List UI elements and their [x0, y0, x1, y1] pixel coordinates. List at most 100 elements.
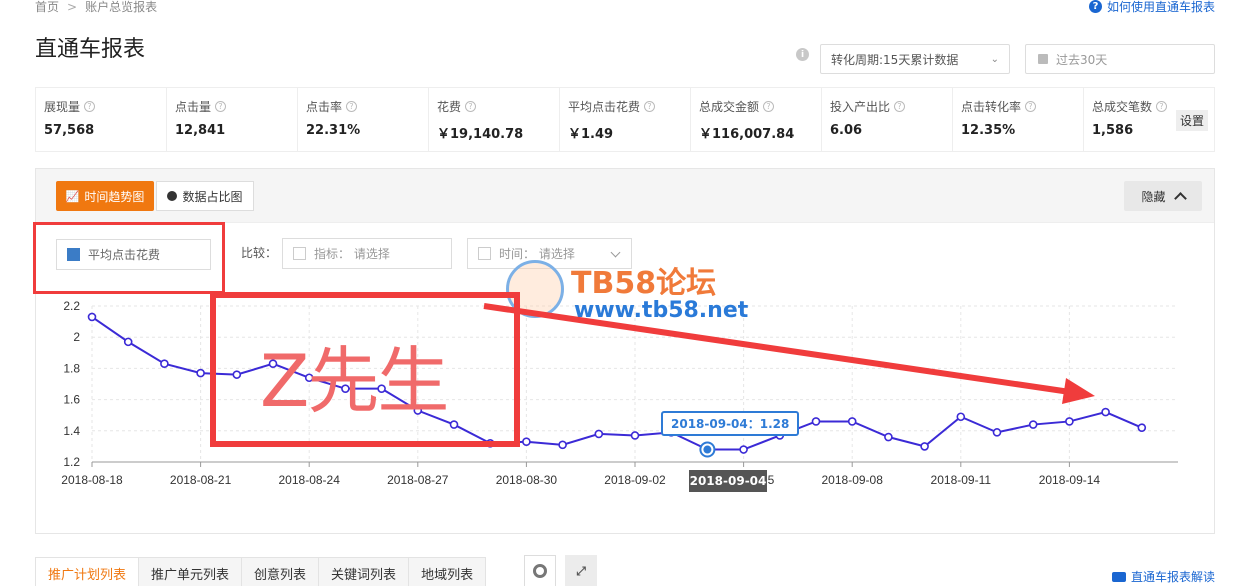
x-tick-label: 2018-09-08 [822, 473, 884, 487]
y-tick-label: 2 [73, 330, 80, 344]
tab-creative-list[interactable]: 创意列表 [241, 557, 320, 586]
metric-value: ￥1.49 [568, 127, 614, 142]
data-point [196, 368, 205, 378]
question-icon[interactable]: ? [894, 101, 906, 112]
settings-gear-button[interactable] [524, 555, 556, 586]
question-icon[interactable]: ? [215, 101, 227, 112]
list-tabs: 推广计划列表 推广单元列表 创意列表 关键词列表 地域列表 [35, 557, 487, 586]
annotation-box-legend [33, 222, 225, 294]
hide-chart-button[interactable]: 隐藏 [1124, 181, 1202, 211]
checkbox[interactable] [293, 247, 306, 260]
date-range-picker[interactable]: 过去30天 [1025, 44, 1215, 74]
question-icon[interactable]: ? [1025, 101, 1037, 112]
metric-value: 6.06 [830, 123, 863, 138]
question-icon[interactable]: ? [346, 101, 358, 112]
question-icon: ? [1088, 0, 1102, 13]
metric-value: 12.35% [961, 123, 1016, 138]
x-tick-label: 2018-08-21 [170, 473, 232, 487]
question-icon[interactable]: ? [763, 101, 775, 112]
tab-campaign-list[interactable]: 推广计划列表 [35, 557, 140, 586]
metric-label: 投入产出比 [830, 100, 891, 114]
metric-label: 点击转化率 [961, 100, 1022, 114]
line-chart-icon: 📈 [65, 189, 80, 203]
calendar-icon [1038, 54, 1048, 64]
data-point [558, 440, 567, 450]
x-tick-label: 2018-08-18 [61, 473, 123, 487]
tab-time-trend-label: 时间趋势图 [84, 189, 145, 204]
metric-ctr[interactable]: 点击率? 22.31% [298, 88, 429, 151]
data-point [522, 437, 531, 447]
x-tick-label: 2018-09-14 [1039, 473, 1101, 487]
metric-label: 点击量 [175, 100, 212, 114]
question-icon[interactable]: ? [1156, 101, 1168, 112]
chevron-up-icon [1173, 192, 1187, 205]
metric-cost[interactable]: 花费? ￥19,140.78 [429, 88, 560, 151]
tab-data-share[interactable]: 数据占比图 [156, 181, 254, 211]
info-icon[interactable]: i [796, 48, 809, 61]
data-point [123, 337, 133, 347]
pie-chart-icon [167, 191, 178, 201]
data-point [1065, 417, 1074, 426]
breadcrumb-separator-icon: > [67, 0, 78, 14]
metric-total-orders[interactable]: 总成交笔数? 1,586 设置 [1084, 88, 1214, 151]
breadcrumb: 首页 > 账户总览报表 [35, 0, 157, 15]
compare-metric-select[interactable]: 指标： 请选择 [282, 238, 452, 269]
metric-roi[interactable]: 投入产出比? 6.06 [822, 88, 953, 151]
question-icon[interactable]: ? [84, 101, 96, 112]
tab-keyword-list[interactable]: 关键词列表 [318, 557, 410, 586]
breadcrumb-home[interactable]: 首页 [35, 0, 59, 15]
gear-icon [533, 564, 547, 578]
chevron-down-icon [610, 247, 621, 258]
fullscreen-button[interactable]: ⤢ [565, 555, 597, 586]
metric-value: 57,568 [44, 123, 95, 138]
tab-adgroup-list[interactable]: 推广单元列表 [138, 557, 243, 586]
metric-impressions[interactable]: 展现量? 57,568 [36, 88, 167, 151]
x-axis-ticks: 2018-08-18 2018-08-21 2018-08-24 2018-08-27… [61, 473, 1100, 487]
report-explain-label: 直通车报表解读 [1130, 570, 1215, 584]
expand-icon: ⤢ [576, 563, 586, 578]
data-point [992, 428, 1002, 437]
data-point [920, 442, 929, 451]
y-tick-label: 1.8 [63, 361, 80, 375]
data-point [739, 445, 748, 454]
video-icon [1111, 571, 1126, 582]
data-point [87, 312, 97, 322]
data-point [1137, 423, 1147, 432]
metric-value: 22.31% [306, 123, 361, 138]
watermark-title: TB58论坛 [571, 266, 717, 301]
x-tick-label: 2018-08-27 [387, 473, 449, 487]
y-tick-label: 2.2 [63, 299, 80, 313]
data-point [594, 429, 604, 439]
conversion-period-select[interactable]: 转化周期:15天累计数据 ⌄ [820, 44, 1010, 74]
help-link[interactable]: ? 如何使用直通车报表 [1088, 0, 1215, 15]
metric-conversion-rate[interactable]: 点击转化率? 12.35% [953, 88, 1084, 151]
data-point [630, 431, 640, 440]
metric-value: ￥116,007.84 [699, 127, 795, 142]
checkbox[interactable] [478, 247, 491, 260]
metric-clicks[interactable]: 点击量? 12,841 [167, 88, 298, 151]
report-page: 首页 > 账户总览报表 ? 如何使用直通车报表 直通车报表 i 转化周期:15天… [0, 0, 1250, 586]
metric-label: 总成交金额 [699, 100, 760, 114]
metric-total-sales[interactable]: 总成交金额? ￥116,007.84 [691, 88, 822, 151]
y-tick-label: 1.4 [63, 424, 80, 438]
tab-time-trend[interactable]: 📈 时间趋势图 [56, 181, 154, 211]
metric-value: ￥19,140.78 [437, 127, 524, 142]
data-point [811, 417, 821, 426]
report-explain-link[interactable]: 直通车报表解读 [1111, 568, 1215, 585]
settings-button[interactable]: 设置 [1175, 110, 1208, 131]
page-title: 直通车报表 [35, 37, 146, 62]
metric-label: 展现量 [44, 100, 81, 114]
question-icon[interactable]: ? [465, 101, 477, 112]
tab-region-list[interactable]: 地域列表 [408, 557, 487, 586]
breadcrumb-current: 账户总览报表 [85, 0, 158, 14]
annotation-text: Z先生 [260, 339, 449, 423]
conversion-period-value: 转化周期:15天累计数据 [831, 52, 959, 67]
hide-chart-label: 隐藏 [1141, 189, 1166, 204]
metric-value: 12,841 [175, 123, 226, 138]
compare-metric-placeholder: 指标： 请选择 [314, 247, 390, 261]
data-point [160, 359, 169, 369]
date-range-value: 过去30天 [1056, 52, 1108, 67]
metric-avg-cpc[interactable]: 平均点击花费? ￥1.49 [560, 88, 691, 151]
help-link-label: 如何使用直通车报表 [1106, 0, 1215, 14]
question-icon[interactable]: ? [644, 101, 656, 112]
